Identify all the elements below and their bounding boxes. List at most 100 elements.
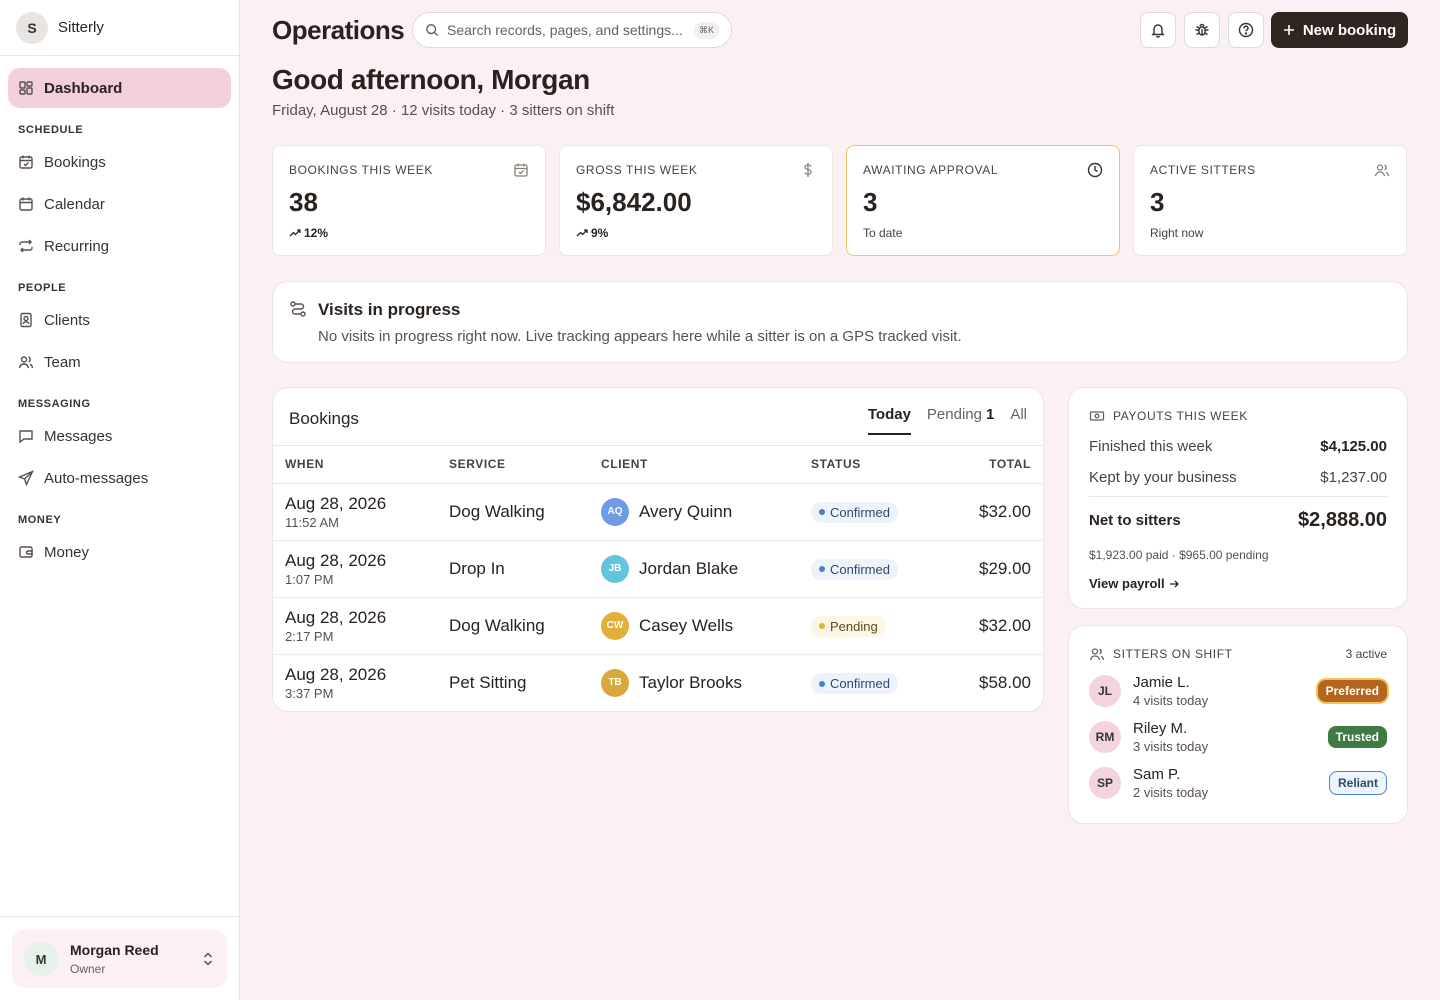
search-bar[interactable]: ⌘K xyxy=(412,12,732,48)
client[interactable]: CW Casey Wells xyxy=(601,611,787,640)
trend-up-icon xyxy=(289,229,301,237)
booking-time: 3:37 PM xyxy=(285,685,334,701)
table-row[interactable]: Aug 28, 2026 3:37 PM Pet Sitting TB Tayl… xyxy=(273,654,1043,711)
column-status[interactable]: STATUS xyxy=(799,446,929,484)
sidebar-item-dashboard[interactable]: Dashboard xyxy=(8,68,231,108)
new-booking-label: New booking xyxy=(1302,21,1397,39)
search-input[interactable] xyxy=(447,22,686,38)
sitter-list: JL Jamie L. 4 visits today Preferred RM … xyxy=(1089,674,1387,800)
status-dot xyxy=(819,623,825,630)
sidebar-item-messages[interactable]: Messages xyxy=(8,416,231,456)
calendar-check-icon xyxy=(19,155,33,169)
user-info: Morgan Reed Owner xyxy=(70,942,159,976)
sitter-info: Jamie L. 4 visits today xyxy=(1133,674,1208,708)
booking-date: Aug 28, 2026 xyxy=(285,493,387,513)
booking-date: Aug 28, 2026 xyxy=(285,607,387,627)
payout-divider xyxy=(1089,496,1387,497)
page-title: Operations xyxy=(272,15,405,45)
user-menu[interactable]: M Morgan Reed Owner xyxy=(12,930,227,988)
stat-card-awaiting-approval[interactable]: AWAITING APPROVAL 3 To date xyxy=(846,145,1120,256)
tab-today[interactable]: Today xyxy=(867,406,911,435)
notifications-button[interactable] xyxy=(1140,12,1176,48)
column-total[interactable]: TOTAL xyxy=(929,446,1043,484)
table-row[interactable]: Aug 28, 2026 1:07 PM Drop In JB Jordan B… xyxy=(273,540,1043,598)
tab-pending[interactable]: Pending 1 xyxy=(927,406,994,435)
brand-name: Sitterly xyxy=(58,19,104,36)
list-item[interactable]: JL Jamie L. 4 visits today Preferred xyxy=(1089,674,1387,708)
booking-time: 2:17 PM xyxy=(285,628,334,644)
sidebar-item-auto-messages[interactable]: Auto-messages xyxy=(8,458,231,498)
status-badge: Reliant xyxy=(1328,771,1387,795)
sidebar-item-recurring[interactable]: Recurring xyxy=(8,226,231,266)
cell-service: Dog Walking xyxy=(437,483,589,541)
tab-all[interactable]: All xyxy=(1010,406,1027,435)
debug-button[interactable] xyxy=(1184,12,1220,48)
message-icon xyxy=(19,430,33,444)
contact-book-icon xyxy=(20,312,32,328)
sidebar-item-label: Auto-messages xyxy=(44,469,149,487)
sitter-name: Jamie L. xyxy=(1133,674,1190,691)
status-label: Pending xyxy=(830,618,878,634)
help-button[interactable] xyxy=(1228,12,1264,48)
calendar-check-icon xyxy=(514,163,528,177)
sitter-info: Sam P. 2 visits today xyxy=(1133,766,1208,800)
sidebar-item-label: Bookings xyxy=(44,153,106,171)
cell-client: CW Casey Wells xyxy=(589,597,799,655)
status-badge: Trusted xyxy=(1327,726,1387,748)
stat-label: GROSS THIS WEEK xyxy=(576,163,698,177)
dashboard-icon xyxy=(19,81,33,95)
sidebar-item-clients[interactable]: Clients xyxy=(8,300,231,340)
list-item[interactable]: RM Riley M. 3 visits today Trusted xyxy=(1089,720,1387,754)
sitters-header: SITTERS ON SHIFT 3 active xyxy=(1089,646,1387,662)
sidebar-item-calendar[interactable]: Calendar xyxy=(8,184,231,224)
bell-icon xyxy=(1151,24,1165,38)
client[interactable]: TB Taylor Brooks xyxy=(601,668,787,697)
calendar-icon xyxy=(19,197,33,211)
sidebar-item-team[interactable]: Team xyxy=(8,342,231,382)
table-row[interactable]: Aug 28, 2026 2:17 PM Dog Walking CW Case… xyxy=(273,597,1043,655)
stat-card-gross[interactable]: GROSS THIS WEEK $6,842.00 9% xyxy=(559,145,833,256)
stat-card-active-sitters[interactable]: ACTIVE SITTERS 3 Right now xyxy=(1133,145,1407,256)
visits-title: Visits in progress xyxy=(318,300,461,319)
status-label: Confirmed xyxy=(830,504,890,520)
payout-label: Kept by your business xyxy=(1089,469,1237,486)
bookings-title: Bookings xyxy=(289,409,359,428)
nav-section-schedule: SCHEDULE xyxy=(18,124,84,136)
client[interactable]: AQ Avery Quinn xyxy=(601,497,787,526)
status-badge: Pending xyxy=(811,615,886,637)
sidebar-item-bookings[interactable]: Bookings xyxy=(8,142,231,182)
cell-service: Dog Walking xyxy=(437,597,589,655)
cash-icon xyxy=(1089,411,1105,421)
cell-when: Aug 28, 2026 3:37 PM xyxy=(273,654,437,711)
payout-row-net: Net to sitters $2,888.00 xyxy=(1089,509,1387,532)
list-item[interactable]: SP Sam P. 2 visits today Reliant xyxy=(1089,766,1387,800)
sitter-visits: 4 visits today xyxy=(1133,693,1209,708)
stat-trend-value: 12% xyxy=(304,226,329,240)
column-client[interactable]: CLIENT xyxy=(589,446,799,484)
avatar: RM xyxy=(1089,721,1121,753)
stat-caption: To date xyxy=(863,226,903,240)
brand[interactable]: S Sitterly xyxy=(0,0,239,56)
avatar: JB xyxy=(601,554,629,583)
cell-client: TB Taylor Brooks xyxy=(589,654,799,711)
clock-icon xyxy=(1087,162,1103,178)
column-when[interactable]: WHEN xyxy=(273,446,437,484)
status-dot xyxy=(819,509,825,516)
brand-avatar: S xyxy=(16,11,48,44)
view-payroll-link[interactable]: View payroll xyxy=(1089,576,1387,591)
cell-total: $32.00 xyxy=(929,597,1043,655)
trend-up-icon xyxy=(576,229,588,237)
client[interactable]: JB Jordan Blake xyxy=(601,554,787,583)
sidebar-item-money[interactable]: Money xyxy=(8,532,231,572)
payout-value: $1,237.00 xyxy=(1320,469,1387,486)
nav-section-people: PEOPLE xyxy=(18,282,67,294)
new-booking-button[interactable]: New booking xyxy=(1271,12,1408,48)
search-icon xyxy=(426,24,439,37)
cell-total: $29.00 xyxy=(929,540,1043,598)
client-name: Casey Wells xyxy=(639,615,734,635)
stat-card-bookings[interactable]: BOOKINGS THIS WEEK 38 12% xyxy=(272,145,546,256)
sidebar-item-label: Dashboard xyxy=(44,79,123,97)
view-payroll-label: View payroll xyxy=(1089,576,1165,591)
column-service[interactable]: SERVICE xyxy=(437,446,589,484)
table-row[interactable]: Aug 28, 2026 11:52 AM Dog Walking AQ Ave… xyxy=(273,483,1043,541)
